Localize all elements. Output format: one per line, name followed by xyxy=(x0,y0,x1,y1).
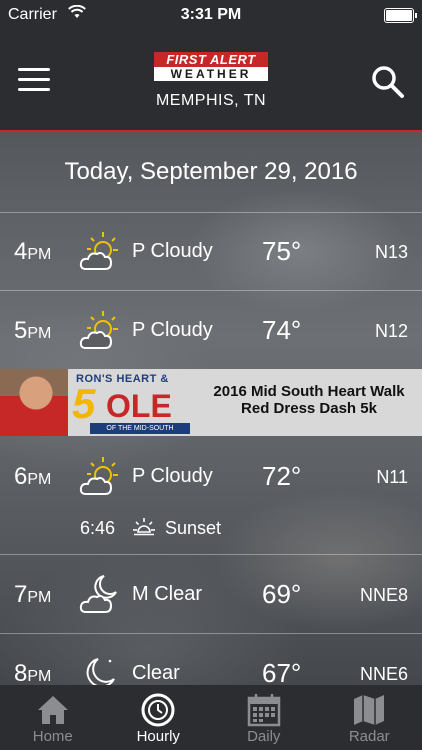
date-header: Today, September 29, 2016 xyxy=(0,132,422,213)
wind-label: N13 xyxy=(374,242,408,262)
temperature-label: 74° xyxy=(262,315,302,345)
wind-label: N12 xyxy=(374,321,408,341)
ad-logo: RON'S HEART & 5 OLE OF THE MID-SOUTH xyxy=(72,373,198,434)
hour-time: 6PM xyxy=(14,463,52,490)
search-icon[interactable] xyxy=(370,64,406,100)
partly-cloudy-day-icon xyxy=(78,229,122,273)
mostly-clear-night-icon xyxy=(78,572,122,616)
tab-daily-label: Daily xyxy=(247,728,281,745)
tab-daily[interactable]: Daily xyxy=(211,685,317,750)
wind-label: NNE6 xyxy=(359,664,408,684)
partly-cloudy-day-icon xyxy=(78,308,122,352)
map-icon xyxy=(354,695,385,725)
hour-time: 7PM xyxy=(14,581,52,608)
temperature-label: 72° xyxy=(262,461,302,491)
first-alert-weather-logo: FIRST ALERT WEATHER xyxy=(154,52,268,82)
location-label: MEMPHIS, TN xyxy=(155,92,267,109)
tab-radar[interactable]: Radar xyxy=(317,685,422,750)
condition-label: M Clear xyxy=(132,583,203,605)
hour-row[interactable]: 4PM P Cloudy 75° N13 xyxy=(0,212,422,291)
tab-home[interactable]: Home xyxy=(0,685,106,750)
tab-radar-label: Radar xyxy=(348,728,390,745)
menu-icon[interactable] xyxy=(18,68,50,92)
clear-night-icon xyxy=(78,651,122,685)
home-icon xyxy=(37,696,68,724)
ad-text: 2016 Mid South Heart Walk Red Dress Dash… xyxy=(213,383,405,417)
calendar-icon xyxy=(247,694,280,727)
condition-label: P Cloudy xyxy=(132,465,213,487)
ad-banner[interactable]: RON'S HEART & 5 OLE OF THE MID-SOUTH 201… xyxy=(0,369,422,436)
condition-label: Clear xyxy=(132,662,180,684)
tab-hourly[interactable]: Hourly xyxy=(106,685,212,750)
status-time: 3:31 PM xyxy=(180,6,242,23)
hour-row[interactable]: 5PM P Cloudy 74° N12 xyxy=(0,291,422,369)
tab-hourly-label: Hourly xyxy=(136,728,180,745)
temperature-label: 75° xyxy=(262,236,302,266)
sunset-label: Sunset xyxy=(165,518,222,538)
condition-label: P Cloudy xyxy=(132,319,213,341)
hour-row[interactable]: 8PM Clear 67° NNE6 xyxy=(0,634,422,685)
hour-time: 8PM xyxy=(14,660,52,685)
status-bar: Carrier 3:31 PM xyxy=(0,0,422,30)
sunset-icon xyxy=(132,516,156,540)
temperature-label: 69° xyxy=(262,579,302,609)
clock-icon xyxy=(141,693,175,727)
hour-time: 4PM xyxy=(14,238,52,265)
date-label: Today, September 29, 2016 xyxy=(64,158,358,185)
tab-bar: Home Hourly Daily Radar xyxy=(0,685,422,750)
nav-bar: FIRST ALERT WEATHER MEMPHIS, TN xyxy=(0,30,422,132)
temperature-label: 67° xyxy=(262,658,302,685)
hour-row[interactable]: 6PM P Cloudy 72° N11 6:46 Sunset xyxy=(0,437,422,555)
partly-cloudy-day-icon xyxy=(78,454,122,498)
wind-label: N11 xyxy=(376,467,408,487)
hour-row[interactable]: 7PM M Clear 69° NNE8 xyxy=(0,555,422,634)
hour-time: 5PM xyxy=(14,317,52,344)
tab-home-label: Home xyxy=(32,728,73,745)
sunset-time: 6:46 xyxy=(80,518,116,538)
battery-icon xyxy=(384,8,417,23)
wind-label: NNE8 xyxy=(359,585,408,605)
condition-label: P Cloudy xyxy=(132,240,213,262)
ad-photo xyxy=(0,369,68,436)
